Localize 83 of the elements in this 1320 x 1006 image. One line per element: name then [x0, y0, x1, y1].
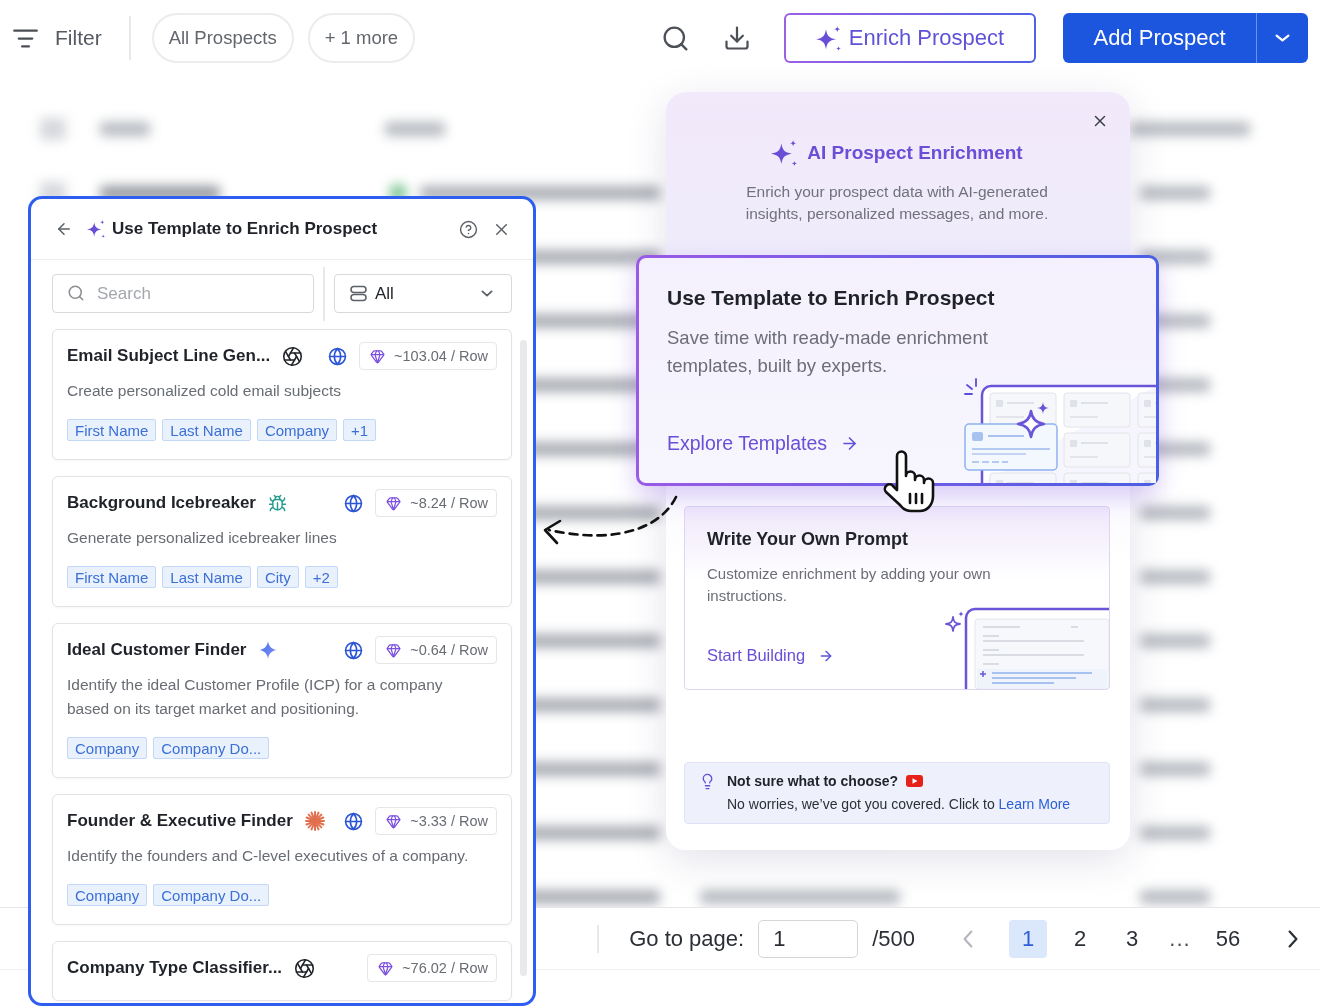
video-play-icon: [906, 775, 924, 787]
field-tag: +1: [343, 419, 377, 441]
cost-text: ~0.64 / Row: [410, 642, 488, 658]
field-tag: Last Name: [162, 419, 251, 441]
sparkles-icon: [771, 140, 798, 166]
cost-text: ~8.24 / Row: [410, 495, 488, 511]
page-button[interactable]: 56: [1209, 919, 1247, 958]
chevron-down-icon: [481, 290, 493, 297]
bug-icon: [267, 493, 287, 513]
page-button[interactable]: 1: [1009, 919, 1047, 958]
download-icon[interactable]: [723, 24, 751, 52]
field-tag: Company Do...: [153, 737, 270, 759]
field-tag: City: [256, 566, 299, 588]
template-title: Ideal Customer Finder: [67, 640, 247, 660]
pagination-ellipsis[interactable]: ...: [1167, 919, 1193, 958]
filter-chip[interactable]: + 1 more: [307, 13, 416, 63]
cost-text: ~76.02 / Row: [402, 960, 488, 976]
page-button[interactable]: 3: [1113, 919, 1151, 958]
option-title: Write Your Own Prompt: [707, 528, 909, 551]
filter-chip[interactable]: All Prospects: [151, 13, 294, 63]
field-tag: +2: [304, 566, 338, 588]
filter-button[interactable]: Filter: [12, 24, 102, 52]
burst-icon: [304, 811, 325, 831]
gem-icon: [378, 960, 394, 976]
option-title: Use Template to Enrich Prospect: [667, 285, 996, 311]
gem-icon: [370, 348, 386, 364]
cost-text: ~103.04 / Row: [394, 348, 488, 364]
chevron-down-icon: [1275, 34, 1290, 42]
page-input[interactable]: 1: [758, 919, 859, 958]
help-text: No worries, we’ve got you covered. Click to Learn More: [727, 795, 1071, 814]
template-card[interactable]: Email Subject Line Gen... ~103.04 / Row Create personalized cold email subjects First Name Last Name Company +1: [52, 329, 512, 460]
field-tag: Company: [256, 419, 338, 441]
panel-title: Use Template to Enrich Prospect: [112, 219, 378, 239]
rows-icon: [350, 285, 367, 302]
template-card[interactable]: Ideal Customer Finder ~0.64 / Row Identify the ideal Customer Profile (ICP) for a company based on its target market and positioning. Company Company Do...: [52, 623, 512, 778]
field-tag: Company Do...: [153, 884, 270, 906]
enrich-prospect-button[interactable]: Enrich Prospect: [784, 13, 1036, 63]
help-title: Not sure what to choose?: [727, 773, 899, 789]
field-tag: Last Name: [162, 566, 251, 588]
field-tag: Company: [67, 737, 148, 759]
category-select[interactable]: All: [334, 274, 512, 313]
aperture-icon: [294, 957, 316, 979]
go-to-page-label: Go to page:: [629, 925, 745, 952]
four-point-star-icon: [259, 641, 278, 659]
search-icon[interactable]: [661, 23, 690, 53]
option-description: Save time with ready-made enrichment templates, built by experts.: [667, 326, 989, 378]
search-field[interactable]: Search: [52, 274, 314, 313]
aperture-icon: [282, 345, 304, 367]
learn-more-link[interactable]: Learn More: [998, 796, 1071, 812]
template-title: Company Type Classifier...: [67, 958, 283, 978]
template-description: Generate personalized icebreaker lines: [67, 528, 338, 548]
question-circle-icon[interactable]: [459, 219, 478, 239]
gem-icon: [386, 495, 402, 511]
option-link[interactable]: Explore Templates: [667, 432, 860, 455]
template-card[interactable]: Company Type Classifier... ~76.02 / Row: [52, 941, 512, 1001]
cost-text: ~3.33 / Row: [410, 813, 488, 829]
field-tag: First Name: [67, 419, 157, 441]
option-card[interactable]: Use Template to Enrich Prospect Save time with ready-made enrichment templates, built by experts. Explore Templates: [636, 255, 1159, 486]
modal-description: Enrich your prospect data with AI-generated insights, personalized messages, and more.: [744, 182, 1050, 224]
add-options-button[interactable]: [1256, 13, 1308, 63]
template-description: Identify the ideal Customer Profile (ICP) for a company based on its target market and positioning.: [67, 675, 444, 719]
template-title: Background Icebreaker: [67, 493, 256, 513]
modal-title: AI Prospect Enrichment: [807, 142, 1023, 164]
page-total: /500: [872, 925, 915, 952]
sparkles-icon: [815, 25, 841, 51]
template-card[interactable]: Background Icebreaker ~8.24 / Row Generate personalized icebreaker lines First Name Last Name City +2: [52, 476, 512, 607]
template-card[interactable]: Founder & Executive Finder ~3.33 / Row Identify the founders and C-level executives of a company. Company Company Do...: [52, 794, 512, 925]
template-title: Email Subject Line Gen...: [67, 346, 271, 366]
template-description: Create personalized cold email subjects: [67, 381, 342, 401]
field-tag: Company: [67, 884, 148, 906]
option-description: Customize enrichment by adding your own instructions.: [707, 564, 992, 606]
sparkles-icon: [87, 220, 105, 238]
chevron-right-icon[interactable]: [1288, 929, 1298, 948]
template-description: Identify the founders and C-level executives of a company.: [67, 846, 470, 866]
add-prospect-button[interactable]: Add Prospect: [1063, 13, 1256, 63]
field-tag: First Name: [67, 566, 157, 588]
gem-icon: [386, 642, 402, 658]
option-link[interactable]: Start Building: [707, 646, 835, 665]
gem-icon: [386, 813, 402, 829]
option-card[interactable]: Write Your Own Prompt Customize enrichment by adding your own instructions. Start Building: [684, 506, 1110, 690]
search-icon: [67, 284, 85, 302]
template-title: Founder & Executive Finder: [67, 811, 293, 831]
page-button[interactable]: 2: [1061, 919, 1099, 958]
